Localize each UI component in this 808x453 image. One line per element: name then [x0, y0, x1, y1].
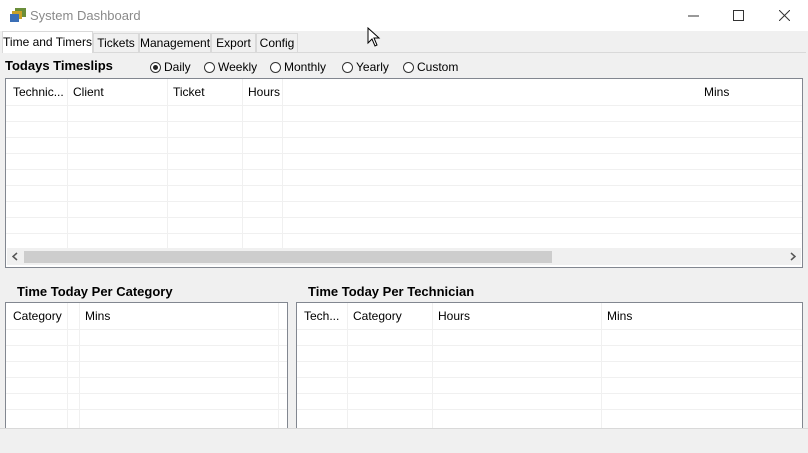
radio-weekly[interactable]: Weekly	[204, 60, 257, 74]
column-header[interactable]: Category	[348, 303, 433, 329]
tab-tickets[interactable]: Tickets	[93, 33, 139, 52]
timeslips-grid[interactable]: Technic... Client Ticket Hours Mins	[5, 78, 803, 268]
radio-daily[interactable]: Daily	[150, 60, 191, 74]
scrollbar-thumb[interactable]	[24, 251, 552, 263]
scroll-right-button[interactable]	[784, 248, 801, 265]
horizontal-scrollbar[interactable]	[7, 248, 801, 265]
maximize-icon	[732, 10, 744, 21]
tab-management[interactable]: Management	[139, 33, 211, 52]
minimize-button[interactable]	[670, 0, 716, 31]
maximize-button[interactable]	[715, 0, 761, 31]
close-icon	[778, 10, 790, 21]
mouse-cursor-icon	[367, 27, 381, 47]
radio-dot	[204, 61, 215, 73]
tab-time-and-timers[interactable]: Time and Timers	[2, 31, 93, 53]
per-technician-title: Time Today Per Technician	[308, 284, 475, 299]
timeslips-title: Todays Timeslips	[5, 58, 113, 73]
per-category-grid[interactable]: Category Mins	[5, 302, 288, 432]
column-header[interactable]: Mins	[80, 303, 270, 329]
column-header[interactable]: Ticket	[168, 79, 243, 105]
column-header[interactable]: Mins	[699, 79, 759, 105]
chevron-right-icon	[790, 252, 796, 261]
per-category-title: Time Today Per Category	[17, 284, 173, 299]
close-button[interactable]	[761, 0, 807, 31]
radio-yearly[interactable]: Yearly	[342, 60, 389, 74]
column-header[interactable]: Hours	[433, 303, 602, 329]
column-header[interactable]	[68, 303, 80, 329]
status-bar	[0, 428, 808, 453]
radio-dot	[150, 61, 161, 73]
radio-dot	[270, 61, 281, 73]
column-header[interactable]: Technic...	[8, 79, 68, 105]
column-header[interactable]: Client	[68, 79, 168, 105]
chevron-left-icon	[12, 252, 18, 261]
radio-custom[interactable]: Custom	[403, 60, 458, 74]
tab-export[interactable]: Export	[211, 33, 256, 52]
column-header[interactable]: Category	[8, 303, 68, 329]
per-technician-grid[interactable]: Tech... Category Hours Mins	[296, 302, 803, 432]
column-header[interactable]: Tech...	[299, 303, 348, 329]
scroll-left-button[interactable]	[7, 248, 24, 265]
window-title: System Dashboard	[30, 8, 141, 23]
app-icon	[10, 8, 26, 22]
radio-monthly[interactable]: Monthly	[270, 60, 326, 74]
minimize-icon	[687, 15, 699, 17]
radio-dot	[342, 61, 353, 73]
title-bar: System Dashboard	[0, 0, 808, 31]
tab-config[interactable]: Config	[256, 33, 298, 52]
radio-dot	[403, 61, 414, 73]
column-header[interactable]: Hours	[243, 79, 283, 105]
column-header[interactable]: Mins	[602, 303, 702, 329]
